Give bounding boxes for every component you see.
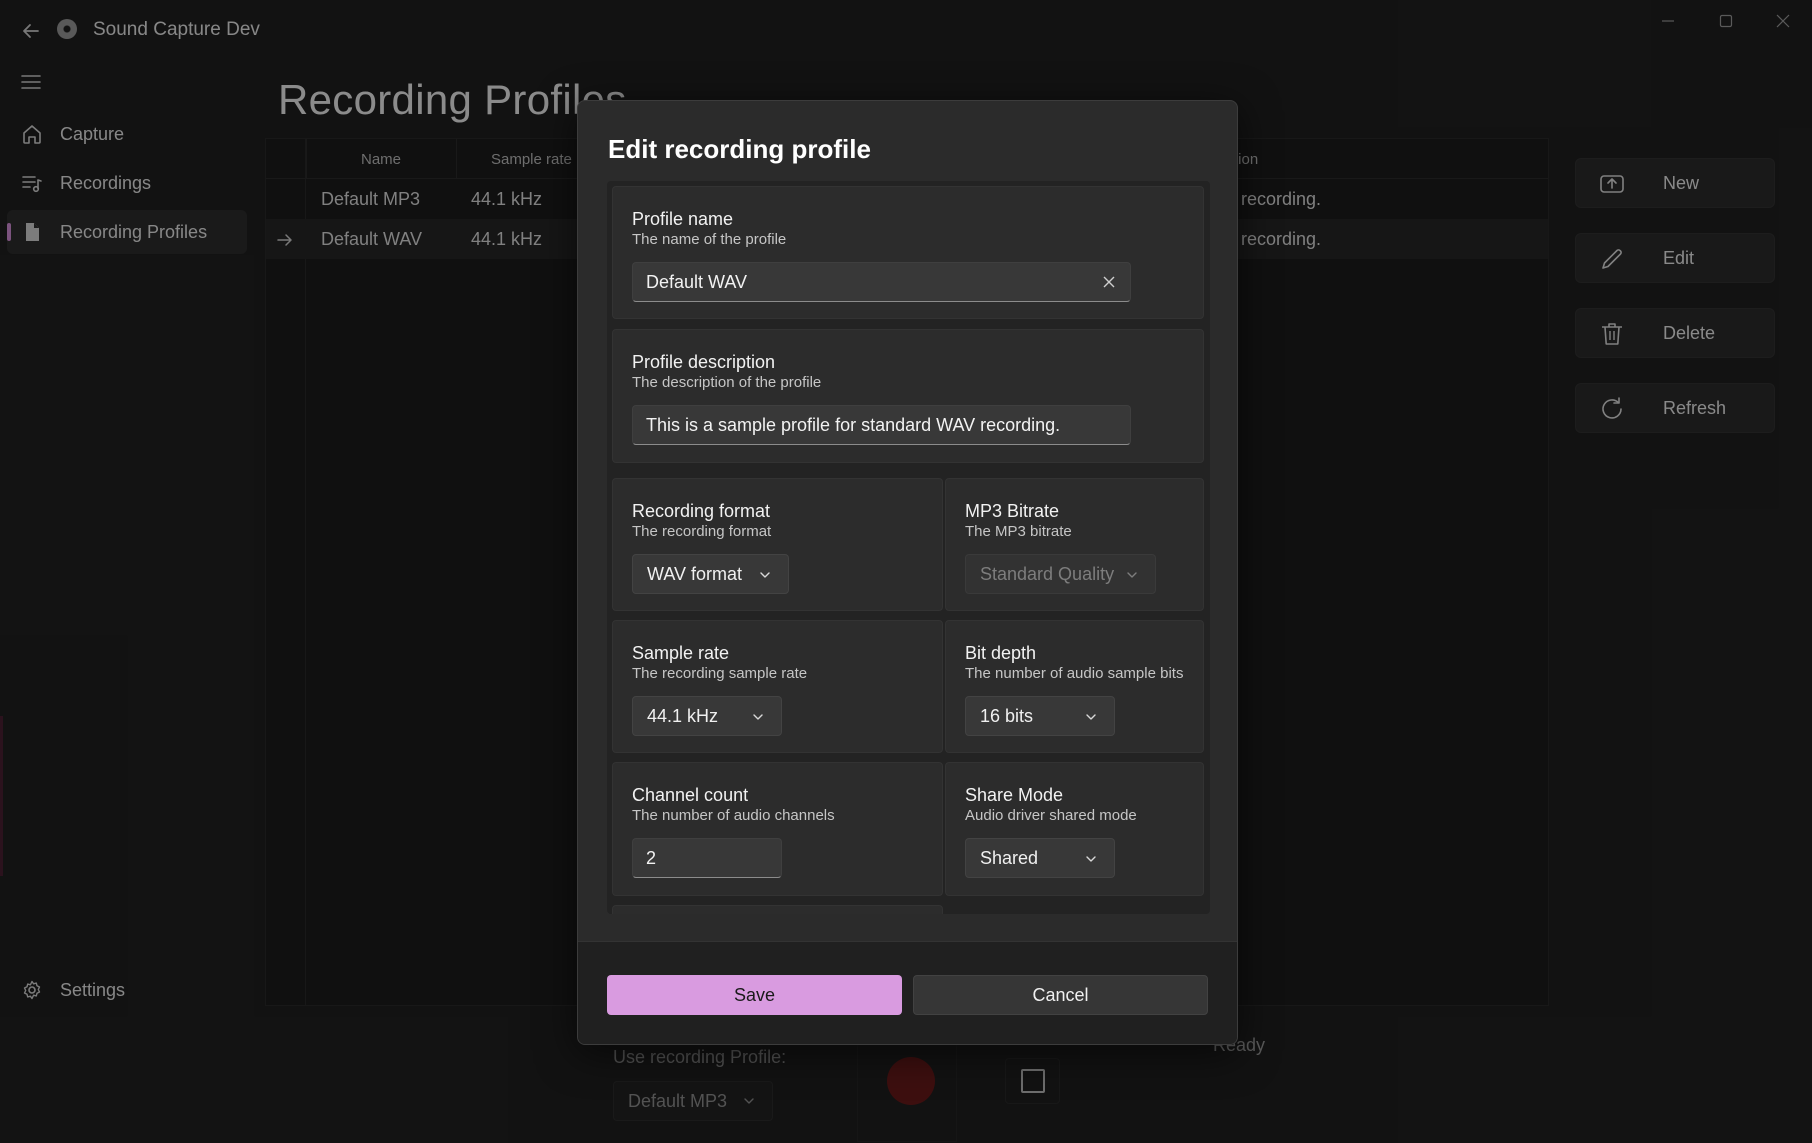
profile-description-input[interactable]: This is a sample profile for standard WA…: [632, 405, 1131, 445]
chevron-down-icon: [758, 568, 772, 582]
cancel-button[interactable]: Cancel: [913, 975, 1208, 1015]
recording-format-title: Recording format: [632, 501, 771, 521]
channel-count-subtitle: The number of audio channels: [632, 807, 835, 824]
channel-count-card: Channel count The number of audio channe…: [612, 762, 943, 896]
profile-description-card: Profile description The description of t…: [612, 329, 1204, 463]
profile-description-value: This is a sample profile for standard WA…: [646, 415, 1061, 435]
chevron-down-icon: [751, 710, 765, 724]
mp3-bitrate-value: Standard Quality: [980, 564, 1115, 584]
share-mode-card: Share Mode Audio driver shared mode Shar…: [945, 762, 1204, 896]
share-mode-select[interactable]: Shared: [965, 838, 1115, 878]
dialog-footer: Save Cancel: [578, 941, 1237, 1044]
bit-depth-title: Bit depth: [965, 643, 1037, 663]
chevron-down-icon: [1084, 710, 1098, 724]
channel-count-input[interactable]: 2: [632, 838, 782, 878]
sample-rate-card: Sample rate The recording sample rate 44…: [612, 620, 943, 753]
recording-format-select[interactable]: WAV format: [632, 554, 789, 594]
chevron-down-icon: [1084, 852, 1098, 866]
mp3-bitrate-title: MP3 Bitrate: [965, 501, 1060, 521]
profile-name-value: Default WAV: [646, 272, 748, 292]
next-card-peek: [612, 905, 943, 914]
sample-rate-title: Sample rate: [632, 643, 730, 663]
bit-depth-subtitle: The number of audio sample bits: [965, 665, 1184, 682]
mp3-bitrate-select: Standard Quality: [965, 554, 1156, 594]
bit-depth-card: Bit depth The number of audio sample bit…: [945, 620, 1204, 753]
profile-name-subtitle: The name of the profile: [632, 231, 787, 248]
profile-name-input[interactable]: Default WAV: [632, 262, 1131, 302]
bit-depth-select[interactable]: 16 bits: [965, 696, 1115, 736]
sample-rate-value: 44.1 kHz: [647, 706, 719, 726]
profile-description-subtitle: The description of the profile: [632, 374, 822, 391]
channel-count-title: Channel count: [632, 785, 749, 805]
dialog-title: Edit recording profile: [608, 134, 871, 164]
edit-profile-dialog: Edit recording profile Profile name The …: [577, 100, 1238, 1045]
mp3-bitrate-card: MP3 Bitrate The MP3 bitrate Standard Qua…: [945, 478, 1204, 611]
bit-depth-value: 16 bits: [980, 706, 1034, 726]
recording-format-card: Recording format The recording format WA…: [612, 478, 943, 611]
channel-count-value: 2: [646, 848, 657, 868]
recording-format-value: WAV format: [647, 564, 743, 584]
share-mode-value: Shared: [980, 848, 1039, 868]
profile-description-title: Profile description: [632, 352, 776, 372]
sample-rate-subtitle: The recording sample rate: [632, 665, 808, 682]
sample-rate-select[interactable]: 44.1 kHz: [632, 696, 782, 736]
save-button[interactable]: Save: [607, 975, 902, 1015]
share-mode-subtitle: Audio driver shared mode: [965, 807, 1137, 824]
mp3-bitrate-subtitle: The MP3 bitrate: [965, 523, 1072, 540]
share-mode-title: Share Mode: [965, 785, 1064, 805]
chevron-down-icon: [1125, 568, 1139, 582]
dialog-scroll-area[interactable]: Profile name The name of the profile Def…: [607, 181, 1210, 914]
recording-format-subtitle: The recording format: [632, 523, 772, 540]
profile-name-title: Profile name: [632, 209, 734, 229]
profile-name-card: Profile name The name of the profile Def…: [612, 186, 1204, 319]
clear-icon[interactable]: [1102, 275, 1116, 289]
